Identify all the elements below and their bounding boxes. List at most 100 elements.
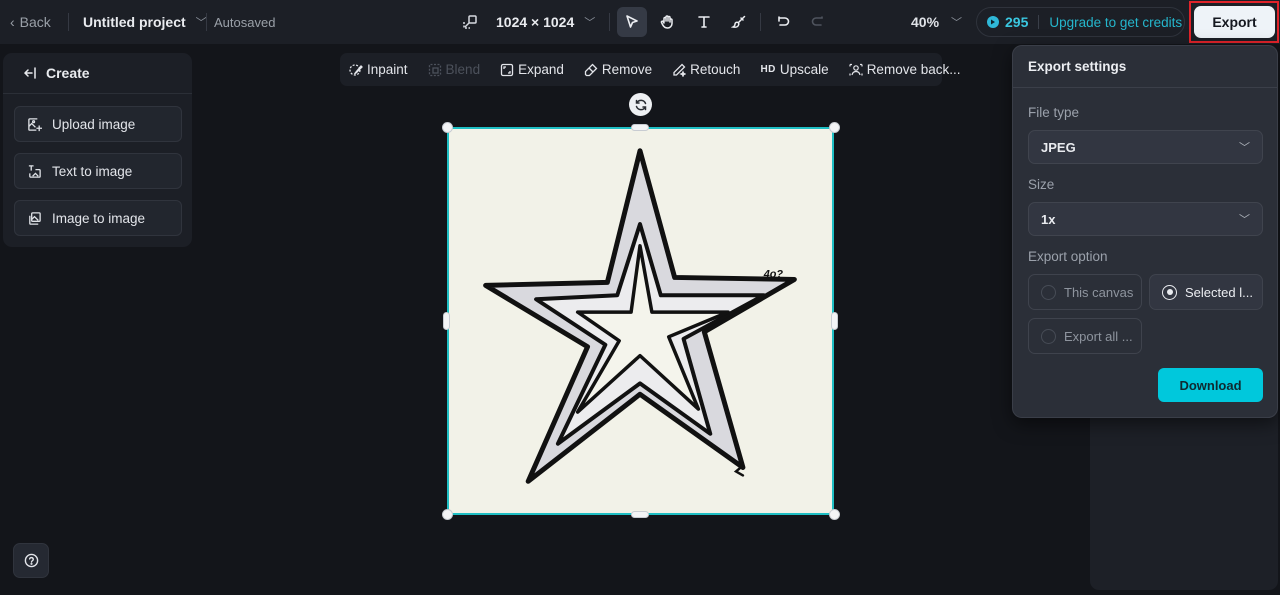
- project-title-dropdown[interactable]: Untitled project ﹀: [83, 0, 207, 44]
- retouch-button[interactable]: Retouch: [672, 62, 740, 77]
- size-value: 1x: [1041, 211, 1056, 227]
- remove-background-label: Remove back...: [866, 62, 961, 77]
- remove-background-button[interactable]: Remove back...: [849, 62, 961, 77]
- divider: [68, 13, 69, 31]
- download-button[interactable]: Download: [1158, 368, 1263, 402]
- upload-image-button[interactable]: Upload image: [14, 106, 182, 142]
- image-to-image-label: Image to image: [52, 210, 146, 226]
- brush-tool[interactable]: [724, 7, 754, 37]
- signature: 4o?: [763, 268, 784, 280]
- help-button[interactable]: [13, 543, 49, 578]
- text-icon: [698, 16, 710, 28]
- expand-icon: [500, 63, 514, 76]
- chevron-left-icon: ‹: [10, 14, 15, 30]
- option-label: Selected l...: [1185, 284, 1253, 300]
- radio-unchecked-icon: [1041, 284, 1056, 300]
- zoom-dropdown[interactable]: 40% ﹀: [911, 0, 962, 44]
- edit-toolbar: Inpaint Blend Expand Remove Retouch HD U…: [340, 53, 960, 86]
- canvas-image[interactable]: 4o?: [447, 127, 834, 515]
- resize-canvas-button[interactable]: [462, 0, 480, 44]
- chevron-down-icon: ﹀: [951, 17, 963, 29]
- redo-icon: [811, 16, 823, 26]
- inpaint-label: Inpaint: [367, 62, 408, 77]
- top-bar: ‹ Back Untitled project ﹀ Autosaved 1024…: [0, 0, 1280, 44]
- undo-button[interactable]: [768, 7, 798, 37]
- select-tool[interactable]: [617, 7, 647, 37]
- export-option-label: Export option: [1028, 249, 1108, 264]
- option-export-all[interactable]: Export all ...: [1028, 318, 1142, 354]
- resize-handle-right[interactable]: [831, 312, 838, 330]
- resize-icon: [463, 15, 477, 29]
- create-panel: Create Upload image Text to image Image …: [3, 53, 192, 247]
- canvas-size-dropdown[interactable]: 1024 × 1024 ﹀: [496, 0, 595, 44]
- cursor-arrow-icon: [626, 15, 638, 28]
- hd-icon: HD: [760, 64, 776, 75]
- option-selected-layers[interactable]: Selected l...: [1149, 274, 1263, 310]
- hand-icon: [660, 15, 673, 29]
- blend-button[interactable]: Blend: [428, 62, 481, 77]
- resize-handle-bottom-right[interactable]: [829, 509, 840, 520]
- expand-button[interactable]: Expand: [500, 62, 564, 77]
- option-this-canvas[interactable]: This canvas: [1028, 274, 1142, 310]
- radio-checked-icon: [1162, 284, 1177, 300]
- zoom-level: 40%: [911, 14, 940, 30]
- resize-handle-top-left[interactable]: [442, 122, 453, 133]
- back-button[interactable]: ‹ Back: [10, 0, 51, 44]
- divider: [760, 13, 761, 31]
- upload-image-icon: [28, 117, 42, 131]
- resize-handle-bottom[interactable]: [631, 511, 649, 518]
- option-label: Export all ...: [1064, 328, 1133, 344]
- divider: [609, 13, 610, 31]
- remove-background-icon: [849, 63, 863, 75]
- resize-handle-bottom-left[interactable]: [442, 509, 453, 520]
- hand-tool[interactable]: [652, 7, 682, 37]
- resize-handle-top[interactable]: [631, 124, 649, 131]
- eraser-icon: [584, 63, 598, 76]
- retouch-label: Retouch: [690, 62, 741, 77]
- canvas-size: 1024 × 1024: [496, 14, 575, 30]
- divider: [1038, 15, 1040, 29]
- blend-label: Blend: [445, 62, 481, 77]
- credit-coin-icon: [987, 16, 999, 28]
- undo-icon: [778, 16, 790, 26]
- project-title: Untitled project: [83, 14, 186, 30]
- inpaint-icon: [349, 63, 363, 76]
- resize-handle-left[interactable]: [443, 312, 450, 330]
- brush-icon: [731, 15, 746, 28]
- upgrade-link[interactable]: Upgrade to get credits: [1049, 15, 1182, 30]
- chevron-down-icon: ﹀: [1239, 142, 1250, 154]
- text-to-image-icon: [28, 164, 41, 178]
- credits-pill: 295 Upgrade to get credits: [976, 7, 1185, 37]
- rotate-button[interactable]: [629, 93, 652, 116]
- chevron-down-icon: ﹀: [584, 17, 596, 29]
- text-tool[interactable]: [689, 7, 719, 37]
- blend-icon: [428, 63, 441, 76]
- file-type-select[interactable]: JPEG ﹀: [1028, 130, 1263, 164]
- credits-count: 295: [1005, 14, 1029, 30]
- option-label: This canvas: [1064, 284, 1134, 300]
- image-to-image-icon: [29, 211, 41, 225]
- divider: [206, 13, 207, 31]
- text-to-image-button[interactable]: Text to image: [14, 153, 182, 189]
- redo-button[interactable]: [803, 7, 833, 37]
- file-type-value: JPEG: [1041, 139, 1076, 155]
- inpaint-button[interactable]: Inpaint: [349, 62, 408, 77]
- export-highlight: Export: [1189, 1, 1279, 43]
- image-to-image-button[interactable]: Image to image: [14, 200, 182, 236]
- retouch-icon: [673, 63, 687, 77]
- upscale-label: Upscale: [779, 62, 829, 77]
- remove-label: Remove: [601, 62, 653, 77]
- create-panel-header[interactable]: Create: [3, 53, 192, 94]
- export-button[interactable]: Export: [1194, 6, 1275, 38]
- star-drawing: 4o?: [483, 148, 797, 484]
- file-type-label: File type: [1028, 105, 1080, 120]
- remove-button[interactable]: Remove: [584, 62, 652, 77]
- size-select[interactable]: 1x ﹀: [1028, 202, 1263, 236]
- chevron-down-icon: ﹀: [1239, 214, 1250, 226]
- resize-handle-top-right[interactable]: [829, 122, 840, 133]
- rotate-icon: [635, 99, 646, 110]
- radio-unchecked-icon: [1041, 328, 1056, 344]
- create-title: Create: [46, 65, 90, 81]
- export-settings-panel: Export settings File type JPEG ﹀ Size 1x…: [1012, 45, 1278, 418]
- upscale-button[interactable]: HD Upscale: [760, 62, 828, 77]
